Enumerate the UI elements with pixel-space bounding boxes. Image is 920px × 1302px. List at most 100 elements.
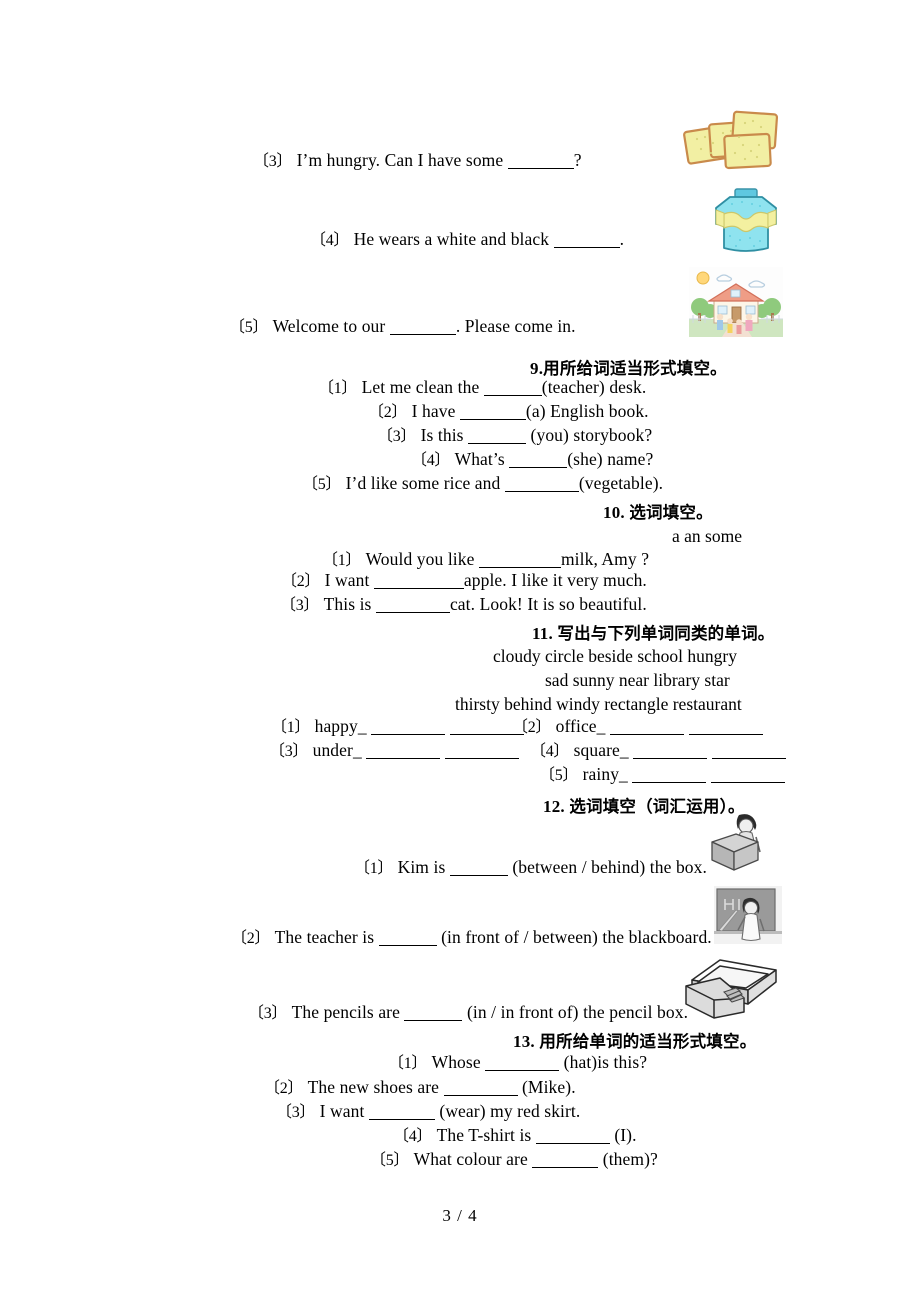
q11-item-5: 〔5〕 rainy_ [539, 764, 785, 784]
q13-item-4-blank[interactable] [535, 1130, 610, 1144]
q8-item-4-text-after: . [619, 229, 625, 249]
q11-item-4-number: 〔4〕 [530, 743, 570, 760]
q8-item-3-blank[interactable] [507, 155, 574, 169]
q13-item-4: 〔4〕 The T-shirt is (I). [393, 1125, 637, 1145]
section-11-title: 写出与下列单词同类的单词。 [557, 624, 775, 643]
q13-item-3-text-before: I want [319, 1101, 365, 1121]
q13-item-3: 〔3〕 I want (wear) my red skirt. [276, 1101, 581, 1121]
q12-item-3-text-before: The pencils are [291, 1002, 400, 1022]
q10-item-2-number: 〔2〕 [281, 573, 321, 590]
q9-item-4-number: 〔4〕 [411, 452, 451, 469]
q9-item-5-text-after: (vegetable). [578, 473, 664, 493]
q11-item-5-blank-b[interactable] [710, 769, 785, 783]
q11-item-5-number: 〔5〕 [539, 767, 579, 784]
section-9-heading: 9.用所给词适当形式填空。 [530, 355, 727, 379]
q10-item-3-blank[interactable] [375, 599, 450, 613]
school-house-illustration [689, 267, 783, 337]
q9-item-3-text-after: (you) storybook? [526, 425, 653, 445]
q13-item-5-number: 〔5〕 [370, 1152, 410, 1169]
section-10-heading: 10. 选词填空。 [603, 499, 713, 523]
q12-item-2-blank[interactable] [378, 932, 437, 946]
q13-item-5-text-after: (them)? [602, 1149, 658, 1169]
q8-item-4-blank[interactable] [553, 234, 620, 248]
q11-item-3-blank-b[interactable] [444, 745, 519, 759]
page-number: 3 / 4 [442, 1206, 478, 1225]
q11-item-1-blank-a[interactable] [371, 721, 446, 735]
q13-item-3-text-after: (wear) my red skirt. [439, 1101, 581, 1121]
q12-item-2-text-after: (in front of / between) the blackboard. [441, 927, 712, 947]
section-11-wordbank-line-3: thirsty behind windy rectangle restauran… [455, 694, 742, 714]
q10-item-3-text-after: cat. Look! It is so beautiful. [449, 594, 647, 614]
q9-item-4-text-after: (she) name? [567, 449, 654, 469]
q11-item-1-word: happy_ [314, 716, 367, 736]
q12-item-1-text-before: Kim is [397, 857, 446, 877]
q9-item-4: 〔4〕 What’s (she) name? [411, 449, 654, 469]
q8-item-5: 〔5〕 Welcome to our . Please come in. [229, 317, 576, 336]
q11-item-1: 〔1〕 happy_ [271, 716, 524, 736]
q12-item-1-blank[interactable] [449, 862, 508, 876]
q11-item-1-number: 〔1〕 [271, 719, 311, 736]
q11-item-3: 〔3〕 under_ [269, 740, 519, 760]
worksheet-page: 〔3〕 I’m hungry. Can I have some ? 〔4〕 He… [0, 0, 920, 1302]
q11-item-2-blank-a[interactable] [610, 721, 685, 735]
q12-item-2-text-before: The teacher is [274, 927, 375, 947]
q12-item-1-text-after: (between / behind) the box. [512, 857, 707, 877]
q10-item-1-number: 〔1〕 [322, 552, 362, 569]
q13-item-1-blank[interactable] [485, 1057, 560, 1071]
q12-item-3-blank[interactable] [404, 1007, 463, 1021]
q12-item-3-number: 〔3〕 [248, 1005, 288, 1022]
q13-item-2-number: 〔2〕 [264, 1080, 304, 1097]
q8-item-5-blank[interactable] [389, 321, 456, 335]
q12-item-2: 〔2〕 The teacher is (in front of / betwee… [231, 927, 712, 947]
section-11-number: 11. [532, 624, 553, 643]
q9-item-3-text-before: Is this [420, 425, 464, 445]
q12-item-1-number: 〔1〕 [354, 860, 394, 877]
q8-item-3: 〔3〕 I’m hungry. Can I have some ? [253, 150, 582, 170]
q13-item-2: 〔2〕 The new shoes are (Mike). [264, 1077, 576, 1097]
q13-item-2-blank[interactable] [443, 1082, 518, 1096]
q9-item-3: 〔3〕 Is this (you) storybook? [377, 425, 653, 445]
q8-item-3-text-before: I’m hungry. Can I have some [296, 150, 504, 170]
teacher-blackboard-illustration [714, 886, 782, 944]
q13-item-5: 〔5〕 What colour are (them)? [370, 1149, 658, 1169]
q10-item-1-blank[interactable] [478, 554, 561, 568]
q9-item-5-blank[interactable] [504, 478, 579, 492]
q13-item-2-text-before: The new shoes are [307, 1077, 440, 1097]
section-9-title: 用所给词适当形式填空。 [543, 359, 727, 378]
q12-item-1: 〔1〕 Kim is (between / behind) the box. [354, 857, 707, 877]
q9-item-2-blank[interactable] [459, 406, 526, 420]
q13-item-4-text-after: (I). [614, 1125, 637, 1145]
section-13-number: 13. [513, 1032, 535, 1051]
q11-item-5-blank-a[interactable] [632, 769, 707, 783]
q11-item-4-blank-b[interactable] [711, 745, 786, 759]
section-12-number: 12. [543, 797, 565, 816]
q11-item-4-blank-a[interactable] [633, 745, 708, 759]
q10-item-2-blank[interactable] [373, 575, 464, 589]
q10-item-1-text-before: Would you like [365, 549, 475, 569]
q9-item-1-text-after: (teacher) desk. [541, 377, 647, 397]
section-9-number: 9. [530, 359, 544, 378]
q11-item-4-word: square_ [573, 740, 629, 760]
q13-item-3-blank[interactable] [368, 1106, 435, 1120]
q13-item-5-blank[interactable] [532, 1154, 599, 1168]
q9-item-3-blank[interactable] [468, 430, 527, 444]
sweater-illustration [706, 188, 786, 256]
q11-item-2: 〔2〕 office_ [512, 717, 763, 736]
q9-item-1-blank[interactable] [483, 382, 542, 396]
q9-item-4-blank[interactable] [509, 454, 568, 468]
q8-item-4: 〔4〕 He wears a white and black . [310, 229, 625, 249]
q9-item-1-text-before: Let me clean the [361, 377, 480, 397]
q11-item-5-word: rainy_ [582, 764, 628, 784]
q11-item-3-blank-a[interactable] [366, 745, 441, 759]
q10-item-3: 〔3〕 This is cat. Look! It is so beautifu… [280, 594, 647, 614]
q9-item-2-text-before: I have [411, 401, 456, 421]
q11-item-3-word: under_ [312, 740, 362, 760]
q9-item-5: 〔5〕 I’d like some rice and (vegetable). [302, 473, 664, 493]
q9-item-2-number: 〔2〕 [368, 404, 408, 421]
q9-item-1-number: 〔1〕 [318, 380, 358, 397]
q11-item-2-blank-b[interactable] [688, 721, 763, 735]
q11-item-3-number: 〔3〕 [269, 743, 309, 760]
q9-item-2: 〔2〕 I have (a) English book. [368, 401, 649, 421]
q10-item-1: 〔1〕 Would you like milk, Amy ? [322, 549, 649, 569]
q10-item-2: 〔2〕 I want apple. I like it very much. [281, 571, 647, 590]
